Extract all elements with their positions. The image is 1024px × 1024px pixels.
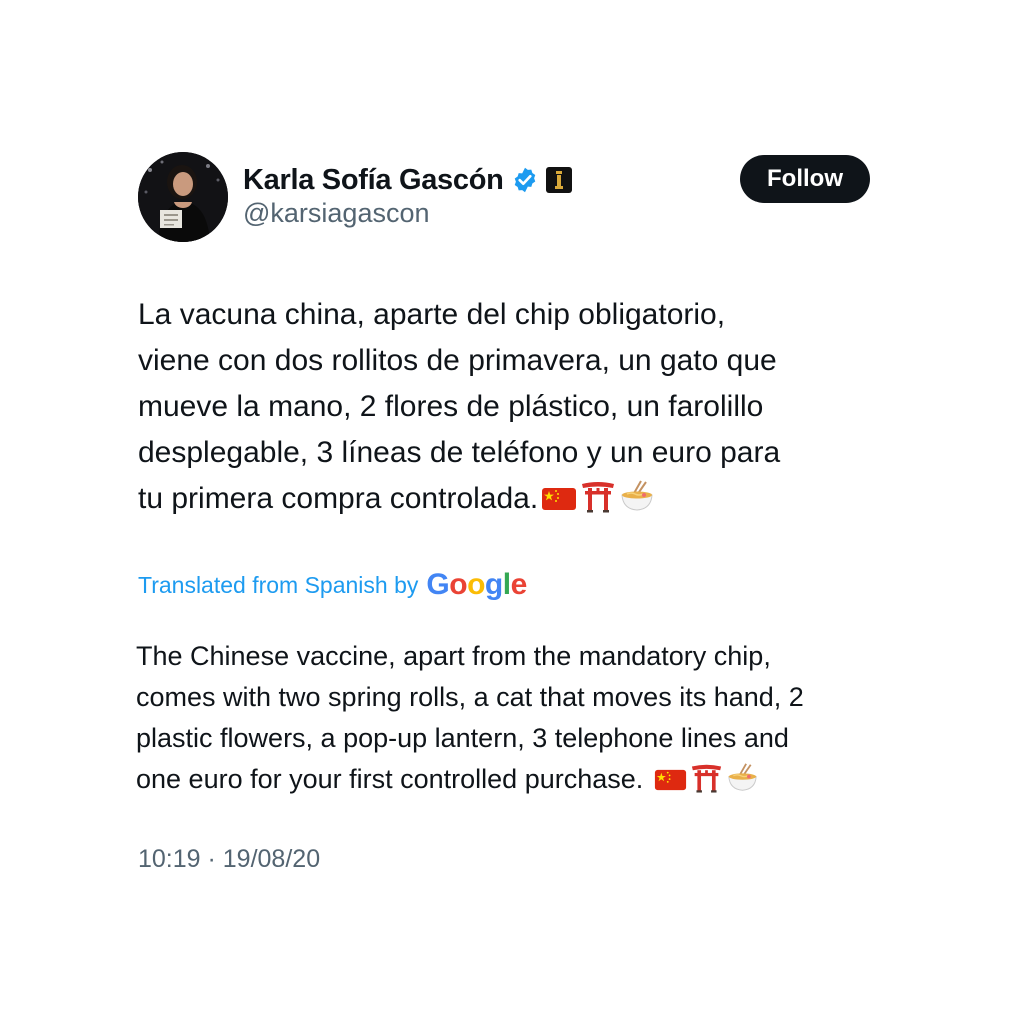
avatar-photo bbox=[138, 152, 228, 242]
torii-gate-icon bbox=[690, 762, 723, 805]
translation-line: plastic flowers, a pop-up lantern, 3 tel… bbox=[136, 723, 789, 753]
translation-line: The Chinese vaccine, apart from the mand… bbox=[136, 641, 771, 671]
author-handle[interactable]: @karsiagascon bbox=[243, 198, 430, 229]
verified-badge-icon[interactable] bbox=[511, 166, 539, 194]
avatar[interactable] bbox=[138, 152, 228, 242]
author-name[interactable]: Karla Sofía Gascón bbox=[243, 164, 504, 197]
tweet-line-last: tu primera compra controlada. bbox=[138, 476, 898, 527]
translation-line: comes with two spring rolls, a cat that … bbox=[136, 682, 804, 712]
author-name-row: Karla Sofía Gascón bbox=[243, 160, 573, 200]
translation-line-text: one euro for your first controlled purch… bbox=[136, 764, 651, 794]
translated-label[interactable]: Translated from Spanish by bbox=[138, 572, 418, 599]
noodle-bowl-icon bbox=[619, 479, 655, 527]
china-flag-icon bbox=[541, 481, 577, 527]
follow-button[interactable]: Follow bbox=[740, 155, 870, 203]
tweet-line: La vacuna china, aparte del chip obligat… bbox=[138, 298, 726, 331]
china-flag-icon bbox=[654, 764, 687, 805]
noodle-bowl-icon bbox=[726, 762, 759, 805]
tweet-line: desplegable, 3 líneas de teléfono y un e… bbox=[138, 436, 781, 469]
tweet-line: mueve la mano, 2 flores de plástico, un … bbox=[138, 390, 764, 423]
tweet-line-text: tu primera compra controlada. bbox=[138, 482, 539, 515]
translation-line-last: one euro for your first controlled purch… bbox=[136, 759, 896, 805]
translation-text: The Chinese vaccine, apart from the mand… bbox=[136, 636, 896, 805]
torii-gate-icon bbox=[580, 479, 616, 527]
tweet-line: viene con dos rollitos de primavera, un … bbox=[138, 344, 777, 377]
affiliate-badge-icon[interactable] bbox=[545, 166, 573, 194]
translation-attribution[interactable]: Translated from Spanish by Google bbox=[138, 568, 527, 602]
tweet-text: La vacuna china, aparte del chip obligat… bbox=[138, 292, 898, 527]
tweet-timestamp[interactable]: 10:19 · 19/08/20 bbox=[138, 845, 320, 874]
google-logo: Google bbox=[426, 568, 527, 601]
